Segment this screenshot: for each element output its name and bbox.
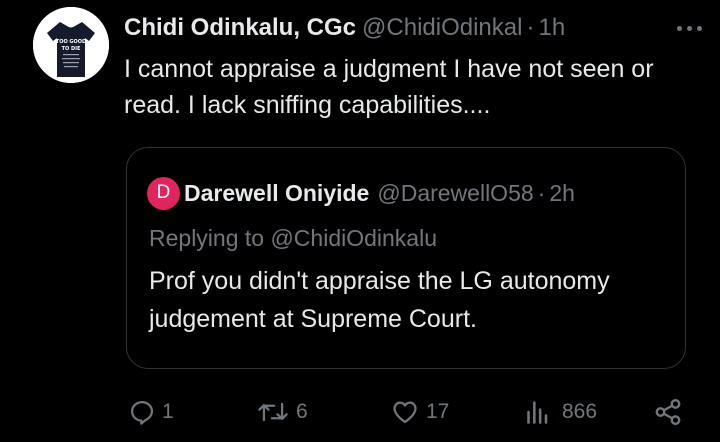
retweet-icon <box>258 402 288 422</box>
quoted-author-avatar[interactable]: D <box>147 176 180 210</box>
more-dot <box>676 25 682 31</box>
more-dot <box>686 25 692 31</box>
quoted-tweet-text: Prof you didn't appraise the LG autonomy… <box>149 267 610 333</box>
replying-to-label: Replying to @ChidiOdinkalu <box>149 225 437 251</box>
quoted-author-handle[interactable]: @DarewellO58 <box>377 180 533 207</box>
heart-icon <box>393 401 417 424</box>
quoted-author-name[interactable]: Darewell Oniyide <box>184 180 369 207</box>
tweet-action-bar: 1 6 17 866 <box>0 392 720 432</box>
retweet-button[interactable]: 6 <box>256 392 308 432</box>
like-count: 17 <box>426 400 450 423</box>
views-chart-icon <box>527 401 548 424</box>
separator-dot: · <box>526 14 535 41</box>
more-dot <box>696 25 702 31</box>
separator-dot: · <box>537 179 546 206</box>
author-avatar[interactable]: TOO GOOD TO DIE <box>33 7 109 83</box>
reply-button[interactable]: 1 <box>128 392 174 432</box>
more-options-icon[interactable] <box>672 15 706 41</box>
tshirt-avatar-icon: TOO GOOD TO DIE <box>33 7 109 83</box>
quoted-tweet-timestamp[interactable]: 2h <box>549 180 575 207</box>
author-name[interactable]: Chidi Odinkalu, CGc <box>124 14 356 42</box>
reply-count: 1 <box>162 400 174 423</box>
views-count: 866 <box>562 400 598 423</box>
quoted-tweet-header: D Darewell Oniyide @DarewellO58 · 2h <box>147 176 575 210</box>
svg-text:TO DIE: TO DIE <box>62 46 81 52</box>
author-handle[interactable]: @ChidiOdinkal <box>362 14 522 42</box>
retweet-count: 6 <box>296 400 308 423</box>
share-icon <box>655 398 681 426</box>
quoted-tweet[interactable]: D Darewell Oniyide @DarewellO58 · 2h Rep… <box>126 147 686 369</box>
views-button[interactable]: 866 <box>522 392 597 432</box>
tweet-text: I cannot appraise a judgment I have not … <box>124 55 654 119</box>
share-button[interactable] <box>652 392 684 432</box>
like-button[interactable]: 17 <box>390 392 449 432</box>
tweet-timestamp[interactable]: 1h <box>538 14 565 42</box>
reply-icon <box>130 400 154 425</box>
tweet-header: Chidi Odinkalu, CGc @ChidiOdinkal · 1h <box>124 11 710 45</box>
svg-text:TOO GOOD: TOO GOOD <box>56 39 86 45</box>
